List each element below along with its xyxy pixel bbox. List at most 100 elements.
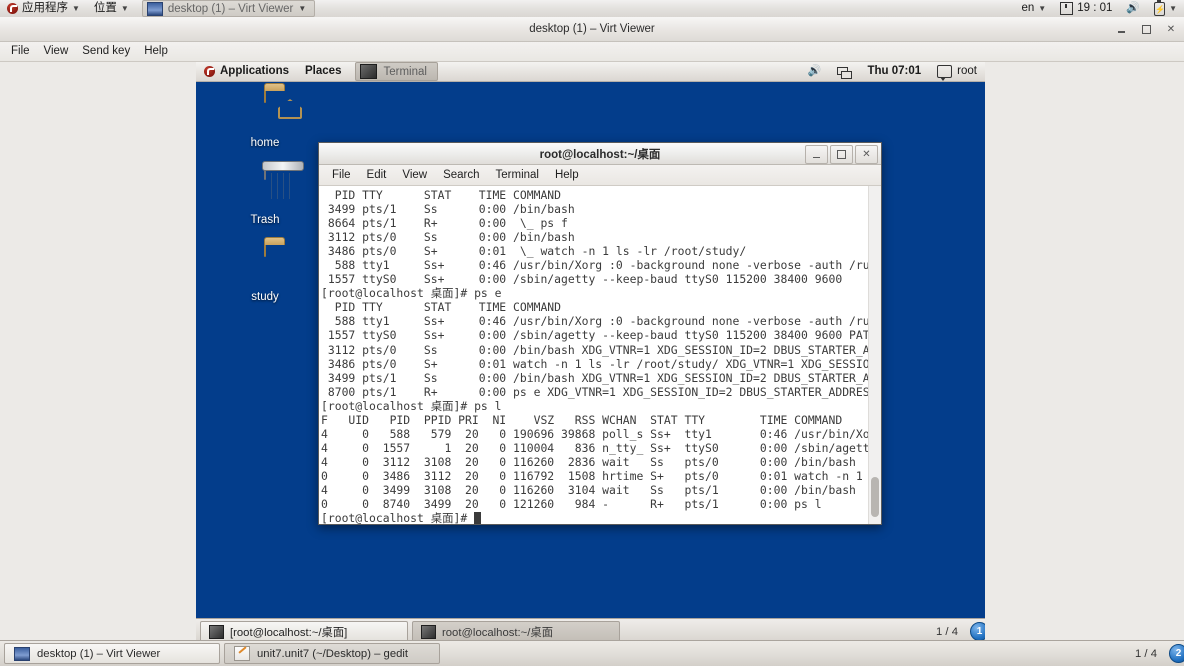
terminal-line: 1557 ttyS0 Ss+ 0:00 /sbin/agetty --keep-… [321,272,843,287]
terminal-line: 3486 pts/0 S+ 0:01 watch -n 1 ls -lr /ro… [321,356,868,371]
terminal-menu-view[interactable]: View [394,165,435,185]
host-taskbar-item-0-label: desktop (1) – Virt Viewer [37,647,161,660]
terminal-line: 3499 pts/1 Ss 0:00 /bin/bash [321,202,575,217]
host-applications-menu[interactable]: 应用程序 ▼ [0,0,87,17]
guest-applications-label: Applications [220,65,290,77]
menu-send-key[interactable]: Send key [75,42,137,61]
desktop-icon-home-label: home [250,137,280,149]
virt-viewer-menubar: File View Send key Help [0,42,1184,62]
menu-file[interactable]: File [4,42,37,61]
terminal-window: root@localhost:~/桌面 ✕ File Edit View Sea… [318,142,882,525]
trash-icon [228,166,302,211]
host-window-task-label: desktop (1) – Virt Viewer [167,2,294,15]
terminal-icon [360,64,378,79]
host-keyboard-layout-indicator[interactable]: en ▼ [1014,0,1053,17]
guest-taskbar-item-0-label: [root@localhost:~/桌面] [230,626,348,639]
terminal-line: 8664 pts/1 R+ 0:00 \_ ps f [321,216,568,231]
host-volume-indicator[interactable]: 🔊 [1119,0,1147,17]
user-icon [937,65,953,81]
guest-window-task-label: Terminal [383,65,427,78]
host-taskbar-item-gedit[interactable]: unit7.unit7 (~/Desktop) – gedit [224,643,440,664]
close-icon[interactable]: ✕ [1164,22,1178,36]
terminal-menu-help[interactable]: Help [547,165,587,185]
guest-desktop[interactable]: Applications Places Terminal 🔊 Thu 07:01… [196,62,985,641]
menu-view[interactable]: View [37,42,76,61]
host-clock[interactable]: 19 : 01 [1053,0,1119,17]
guest-workspace-badge[interactable]: 1 [970,622,985,641]
terminal-output[interactable]: PID TTY STAT TIME COMMAND 3499 pts/1 Ss … [319,186,868,524]
terminal-window-controls: ✕ [805,145,878,164]
terminal-line: 3112 pts/0 Ss 0:00 /bin/bash [321,230,575,245]
terminal-line: 4 0 3499 3108 20 0 116260 3104 wait Ss p… [321,482,856,497]
guest-taskbar-item-1[interactable]: root@localhost:~/桌面 [412,621,620,641]
guest-user-menu[interactable]: root [929,62,985,81]
guest-taskbar-item-0[interactable]: [root@localhost:~/桌面] [200,621,408,641]
desktop-icon-study[interactable]: study [228,243,302,303]
fedora-logo-icon [204,66,215,77]
terminal-line: 588 tty1 Ss+ 0:46 /usr/bin/Xorg :0 -back… [321,258,868,273]
monitor-icon [14,646,30,661]
terminal-line: [root@localhost 桌面]# ps e [321,286,502,301]
volume-icon: 🔊 [807,65,822,77]
guest-top-panel: Applications Places Terminal 🔊 Thu 07:01… [196,62,985,82]
host-window-task-virt-viewer[interactable]: desktop (1) – Virt Viewer ▼ [141,0,316,17]
close-icon[interactable]: ✕ [855,145,878,164]
guest-places-menu[interactable]: Places [297,62,349,81]
virt-viewer-title: desktop (1) – Virt Viewer [529,23,655,35]
minimize-icon[interactable] [1114,22,1128,36]
desktop-icon-study-label: study [251,291,279,303]
terminal-menu-terminal[interactable]: Terminal [488,165,547,185]
guest-workspace-indicator[interactable]: 1 / 4 [928,626,966,638]
terminal-line: 4 0 3112 3108 20 0 116260 2836 wait Ss p… [321,454,856,469]
maximize-icon[interactable] [1139,22,1153,36]
guest-places-label: Places [305,65,342,77]
guest-network-indicator[interactable] [829,62,859,81]
folder-icon [228,243,302,288]
terminal-line: 588 tty1 Ss+ 0:46 /usr/bin/Xorg :0 -back… [321,314,868,329]
menu-help[interactable]: Help [137,42,175,61]
monitor-icon [146,1,163,16]
terminal-line: 3486 pts/0 S+ 0:01 \_ watch -n 1 ls -lr … [321,244,747,259]
guest-clock[interactable]: Thu 07:01 [859,62,929,81]
screen-root: 应用程序 ▼ 位置 ▼ desktop (1) – Virt Viewer ▼ … [0,0,1184,666]
terminal-menu-edit[interactable]: Edit [359,165,395,185]
chevron-down-icon: ▼ [1169,4,1177,13]
minimize-icon[interactable] [805,145,828,164]
host-workspace-badge[interactable]: 2 [1169,644,1184,663]
terminal-menu-search[interactable]: Search [435,165,487,185]
virt-viewer-titlebar[interactable]: desktop (1) – Virt Viewer ✕ [0,17,1184,42]
host-keyboard-layout-label: en [1021,2,1035,14]
desktop-icon-trash[interactable]: Trash [228,166,302,226]
volume-icon: 🔊 [1126,2,1141,14]
chevron-down-icon: ▼ [1038,4,1047,13]
terminal-line: PID TTY STAT TIME COMMAND [321,300,562,315]
host-battery-indicator[interactable]: ▼ [1147,0,1184,18]
host-applications-label: 应用程序 [22,2,68,14]
terminal-line: PID TTY STAT TIME COMMAND [321,188,562,202]
host-workspace-indicator[interactable]: 1 / 4 [1127,648,1165,660]
terminal-body[interactable]: PID TTY STAT TIME COMMAND 3499 pts/1 Ss … [319,186,881,524]
terminal-titlebar[interactable]: root@localhost:~/桌面 ✕ [319,143,881,165]
desktop-icon-trash-label: Trash [250,214,280,226]
guest-viewport: Applications Places Terminal 🔊 Thu 07:01… [0,62,1184,641]
desktop-icon-home[interactable]: home [228,89,302,149]
guest-volume-indicator[interactable]: 🔊 [800,62,830,81]
host-places-label: 位置 [93,2,117,14]
virt-viewer-window-controls: ✕ [1114,17,1178,41]
terminal-line: 0 0 3486 3112 20 0 116792 1508 hrtime S+… [321,468,863,483]
terminal-icon [209,624,224,639]
host-taskbar-item-1-label: unit7.unit7 (~/Desktop) – gedit [257,647,409,660]
terminal-menu-file[interactable]: File [324,165,359,185]
host-places-menu[interactable]: 位置 ▼ [87,0,136,17]
host-taskbar-item-virt-viewer[interactable]: desktop (1) – Virt Viewer [4,643,220,664]
terminal-scrollbar[interactable] [868,186,881,524]
maximize-icon[interactable] [830,145,853,164]
chevron-down-icon: ▼ [72,4,80,13]
guest-window-task-terminal[interactable]: Terminal [355,62,438,81]
terminal-menubar: File Edit View Search Terminal Help [319,165,881,186]
terminal-line: 1557 ttyS0 Ss+ 0:00 /sbin/agetty --keep-… [321,328,868,343]
terminal-line: 8700 pts/1 R+ 0:00 ps e XDG_VTNR=1 XDG_S… [321,384,868,399]
virt-viewer-window: desktop (1) – Virt Viewer ✕ File View Se… [0,17,1184,641]
guest-applications-menu[interactable]: Applications [196,62,297,81]
terminal-scrollbar-thumb[interactable] [871,476,879,518]
